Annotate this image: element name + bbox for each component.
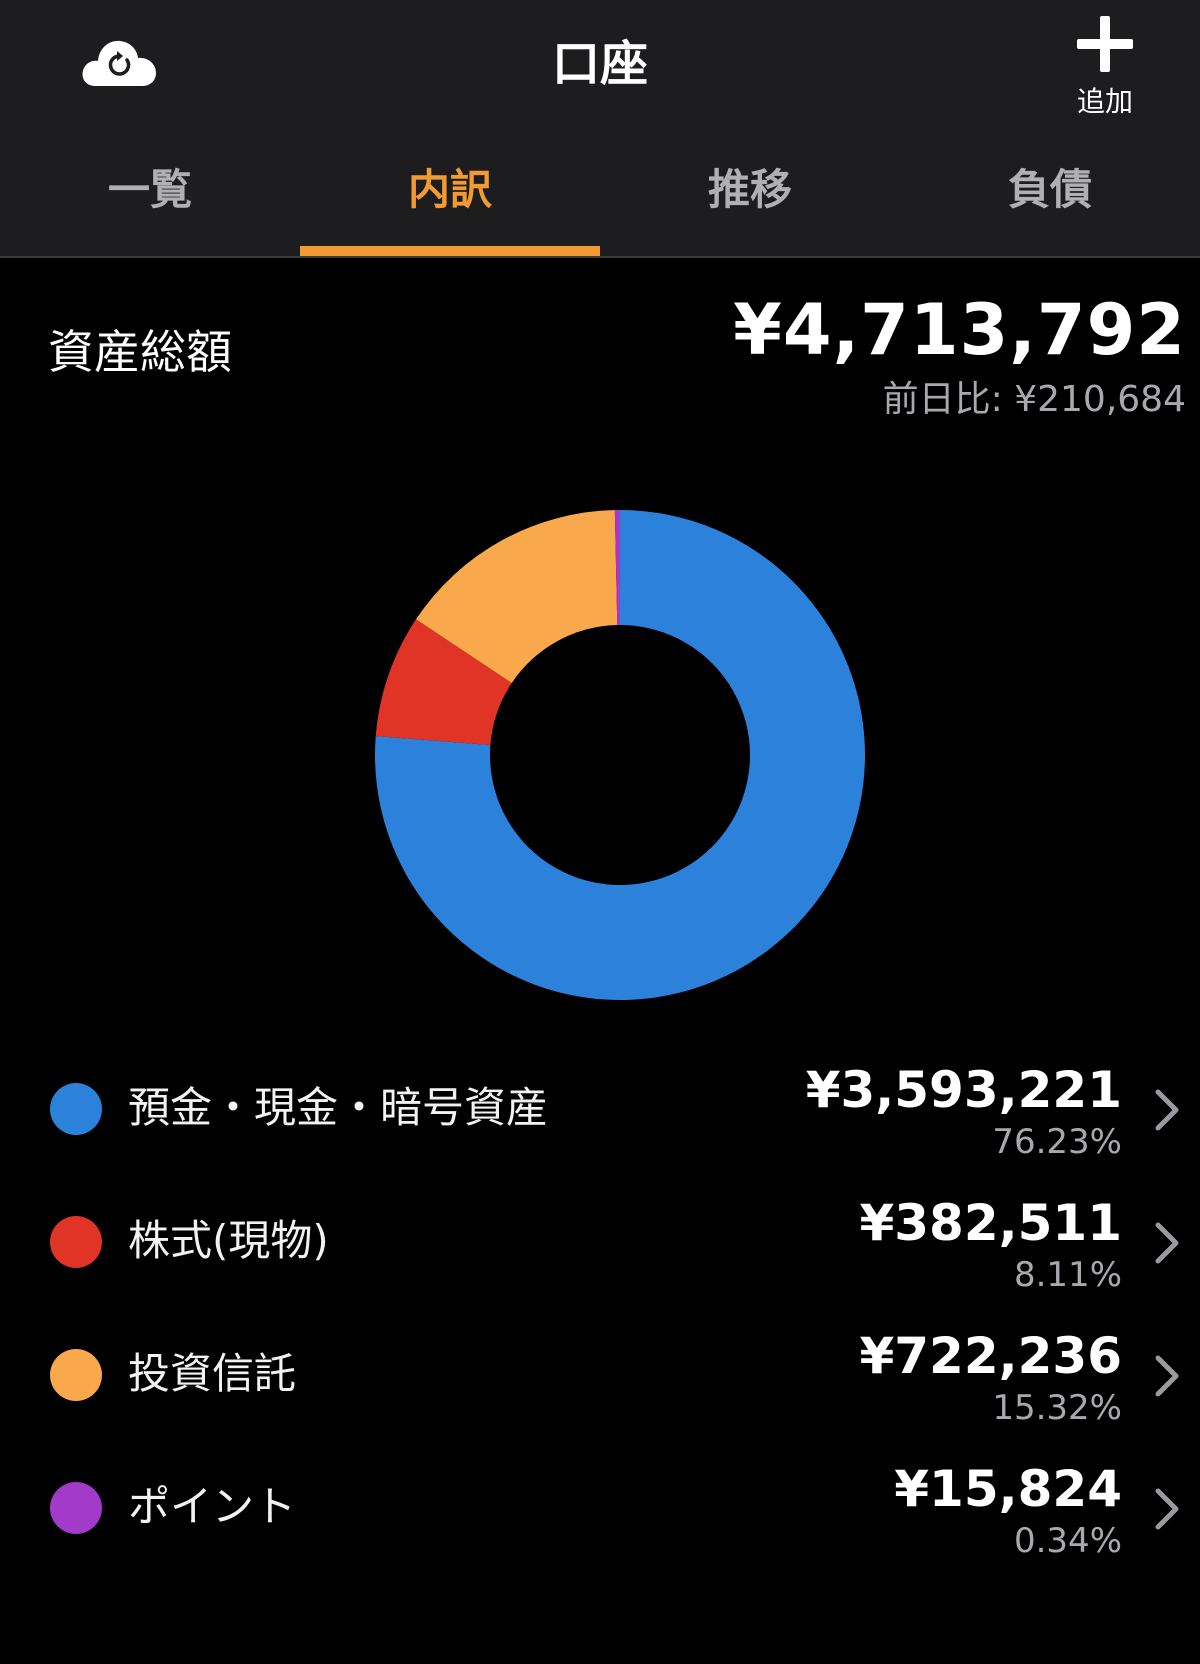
legend-percent: 0.34% <box>1013 1521 1122 1561</box>
asset-donut-chart <box>375 510 865 1000</box>
legend-color-dot <box>50 1083 102 1135</box>
chevron-right-icon <box>1155 1222 1179 1264</box>
page-title: 口座 <box>551 36 648 92</box>
tab-trend[interactable]: 推移 <box>600 150 900 256</box>
app-header: 口座 追加 一覧 内訳 推移 負債 <box>0 0 1200 258</box>
active-tab-indicator <box>300 246 600 256</box>
tab-label: 推移 <box>707 165 792 214</box>
chevron-right-icon <box>1155 1355 1179 1397</box>
total-assets-value: ¥4,713,792 <box>733 289 1186 371</box>
legend-row-points[interactable]: ポイント ¥15,824 0.34% <box>0 1457 1200 1577</box>
legend-color-dot <box>50 1216 102 1268</box>
legend-amount: ¥15,824 <box>894 1460 1122 1518</box>
tab-liabilities[interactable]: 負債 <box>900 150 1200 256</box>
plus-icon <box>1077 16 1133 72</box>
chevron-right-icon <box>1155 1089 1179 1131</box>
legend-row-investment-trusts[interactable]: 投資信託 ¥722,236 15.32% <box>0 1324 1200 1444</box>
add-account-button[interactable]: 追加 <box>1050 10 1160 125</box>
legend-amount: ¥382,511 <box>859 1194 1122 1252</box>
legend-row-deposits[interactable]: 預金・現金・暗号資産 ¥3,593,221 76.23% <box>0 1058 1200 1178</box>
legend-label: 投資信託 <box>128 1349 297 1398</box>
add-label: 追加 <box>1076 85 1133 118</box>
legend-percent: 15.32% <box>992 1388 1122 1428</box>
legend-color-dot <box>50 1482 102 1534</box>
legend-percent: 76.23% <box>992 1122 1122 1162</box>
legend-row-stocks[interactable]: 株式(現物) ¥382,511 8.11% <box>0 1191 1200 1311</box>
legend-label: ポイント <box>128 1482 297 1531</box>
legend-color-dot <box>50 1349 102 1401</box>
tab-list[interactable]: 一覧 <box>0 150 300 256</box>
legend-label: 株式(現物) <box>128 1216 329 1265</box>
legend-amount: ¥722,236 <box>859 1327 1122 1385</box>
day-change-value: 前日比: ¥210,684 <box>882 379 1186 420</box>
chevron-right-icon <box>1155 1488 1179 1530</box>
tab-label: 一覧 <box>107 165 192 214</box>
legend-percent: 8.11% <box>1013 1255 1122 1295</box>
tab-bar: 一覧 内訳 推移 負債 <box>0 150 1200 256</box>
total-assets-label: 資産総額 <box>48 325 232 379</box>
tab-breakdown[interactable]: 内訳 <box>300 150 600 256</box>
tab-label: 内訳 <box>407 165 492 214</box>
legend-amount: ¥3,593,221 <box>805 1061 1122 1119</box>
tab-label: 負債 <box>1007 165 1092 214</box>
legend-label: 預金・現金・暗号資産 <box>128 1083 549 1132</box>
